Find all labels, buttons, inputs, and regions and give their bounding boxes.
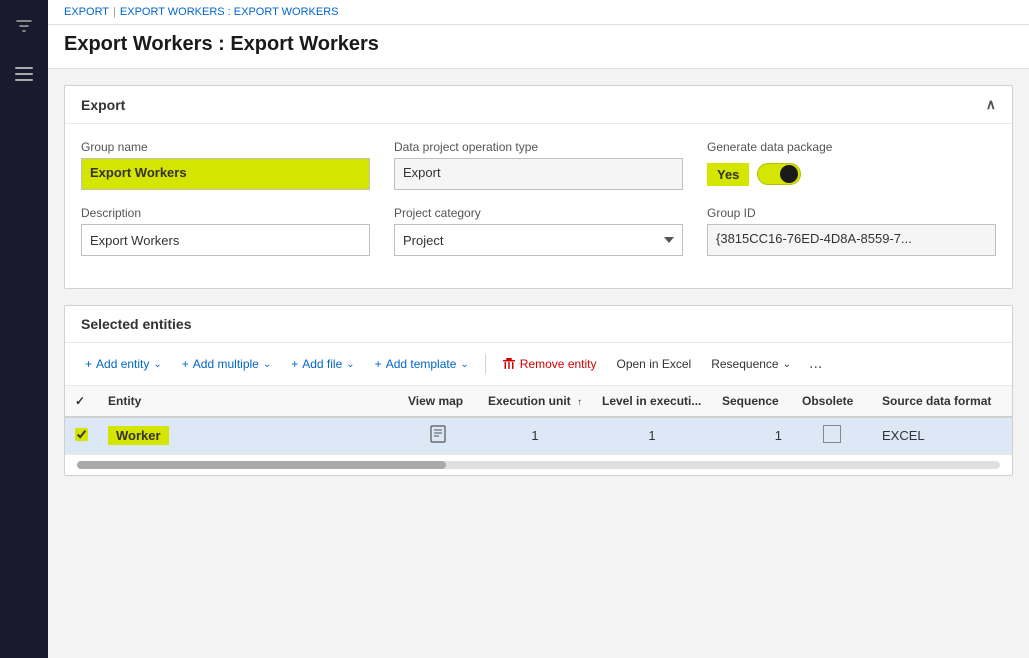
- entities-toolbar: + Add entity ⌄ + Add multiple ⌄ + Add fi…: [65, 343, 1012, 386]
- th-exec-unit[interactable]: Execution unit ↑: [478, 386, 592, 417]
- scrollbar-track: [77, 461, 1000, 469]
- add-entity-plus: +: [85, 357, 92, 371]
- collapse-icon[interactable]: ∧: [986, 96, 996, 113]
- export-card: Export ∧ Group name Export Workers Data …: [64, 85, 1013, 289]
- th-entity[interactable]: Entity: [98, 386, 398, 417]
- scrollbar-thumb[interactable]: [77, 461, 446, 469]
- project-category-select[interactable]: Project Other: [394, 224, 683, 256]
- form-row-2: Description Project category Project Oth…: [81, 206, 996, 256]
- menu-icon[interactable]: [8, 58, 40, 90]
- group-name-value: Export Workers: [81, 158, 370, 190]
- row-check-cell[interactable]: [65, 417, 98, 454]
- page-header: Export Workers : Export Workers: [48, 25, 1029, 69]
- viewmap-icon: [429, 425, 447, 443]
- add-multiple-plus: +: [182, 357, 189, 371]
- add-multiple-button[interactable]: + Add multiple ⌄: [174, 352, 279, 376]
- row-source-cell: EXCEL: [872, 417, 1012, 454]
- breadcrumb: EXPORT | EXPORT WORKERS : EXPORT WORKERS: [48, 0, 1029, 25]
- row-level-cell: 1: [592, 417, 712, 454]
- data-project-op-group: Data project operation type Export: [394, 140, 683, 190]
- toggle-yes-label: Yes: [707, 163, 749, 186]
- main-content: EXPORT | EXPORT WORKERS : EXPORT WORKERS…: [48, 0, 1029, 658]
- remove-entity-button[interactable]: Remove entity: [494, 352, 605, 376]
- group-name-group: Group name Export Workers: [81, 140, 370, 190]
- description-input[interactable]: [81, 224, 370, 256]
- horizontal-scrollbar[interactable]: [65, 454, 1012, 475]
- add-file-label: Add file: [302, 357, 342, 371]
- th-source-format[interactable]: Source data format: [872, 386, 1012, 417]
- group-id-value: {3815CC16-76ED-4D8A-8559-7...: [707, 224, 996, 256]
- th-viewmap[interactable]: View map: [398, 386, 478, 417]
- project-category-label: Project category: [394, 206, 683, 220]
- add-entity-label: Add entity: [96, 357, 149, 371]
- table-header-row: ✓ Entity View map Execution unit ↑: [65, 386, 1012, 417]
- open-in-excel-button[interactable]: Open in Excel: [609, 352, 700, 376]
- resequence-button[interactable]: Resequence ⌄: [703, 352, 799, 376]
- table-row[interactable]: Worker 1: [65, 417, 1012, 454]
- entity-cell-content: Worker: [108, 426, 388, 445]
- row-checkbox[interactable]: [75, 428, 88, 441]
- data-project-op-value: Export: [394, 158, 683, 190]
- entities-card: Selected entities + Add entity ⌄ + Add m…: [64, 305, 1013, 476]
- add-template-button[interactable]: + Add template ⌄: [367, 352, 477, 376]
- export-card-body: Group name Export Workers Data project o…: [65, 124, 1012, 288]
- obsolete-checkbox[interactable]: [823, 425, 841, 443]
- entities-table: ✓ Entity View map Execution unit ↑: [65, 386, 1012, 454]
- add-entity-chevron: ⌄: [153, 359, 161, 370]
- entities-card-title: Selected entities: [81, 316, 192, 332]
- th-sequence[interactable]: Sequence: [712, 386, 792, 417]
- generate-pkg-toggle[interactable]: [757, 163, 801, 185]
- exec-sort-icon: ↑: [577, 397, 582, 408]
- description-group: Description: [81, 206, 370, 256]
- add-multiple-chevron: ⌄: [263, 359, 271, 370]
- resequence-label: Resequence: [711, 357, 778, 371]
- open-in-excel-label: Open in Excel: [617, 357, 692, 371]
- add-file-plus: +: [291, 357, 298, 371]
- sidebar: [0, 0, 48, 658]
- entities-card-header: Selected entities: [65, 306, 1012, 343]
- generate-pkg-label: Generate data package: [707, 140, 996, 154]
- breadcrumb-detail[interactable]: EXPORT WORKERS : EXPORT WORKERS: [120, 6, 339, 18]
- generate-pkg-toggle-group: Yes: [707, 158, 996, 190]
- row-exec-cell: 1: [478, 417, 592, 454]
- page-title: Export Workers : Export Workers: [64, 33, 1013, 56]
- add-template-label: Add template: [386, 357, 457, 371]
- add-file-button[interactable]: + Add file ⌄: [283, 352, 362, 376]
- more-options-icon[interactable]: ...: [803, 351, 828, 377]
- breadcrumb-sep: |: [113, 6, 116, 18]
- breadcrumb-export[interactable]: EXPORT: [64, 6, 109, 18]
- project-category-group: Project category Project Other: [394, 206, 683, 256]
- th-level[interactable]: Level in executi...: [592, 386, 712, 417]
- description-label: Description: [81, 206, 370, 220]
- row-entity-cell: Worker: [98, 417, 398, 454]
- group-id-label: Group ID: [707, 206, 996, 220]
- toggle-knob: [780, 165, 798, 183]
- export-card-title: Export: [81, 97, 125, 113]
- content-area: Export ∧ Group name Export Workers Data …: [48, 69, 1029, 658]
- add-template-plus: +: [375, 357, 382, 371]
- trash-icon: [502, 357, 516, 371]
- row-sequence-cell: 1: [712, 417, 792, 454]
- group-name-label: Group name: [81, 140, 370, 154]
- resequence-chevron: ⌄: [783, 359, 791, 370]
- remove-entity-label: Remove entity: [520, 357, 597, 371]
- row-viewmap-cell[interactable]: [398, 417, 478, 454]
- entities-table-wrapper: ✓ Entity View map Execution unit ↑: [65, 386, 1012, 454]
- group-id-group: Group ID {3815CC16-76ED-4D8A-8559-7...: [707, 206, 996, 256]
- th-check[interactable]: ✓: [65, 386, 98, 417]
- generate-pkg-group: Generate data package Yes: [707, 140, 996, 190]
- add-file-chevron: ⌄: [346, 359, 354, 370]
- form-row-1: Group name Export Workers Data project o…: [81, 140, 996, 190]
- add-entity-button[interactable]: + Add entity ⌄: [77, 352, 170, 376]
- toolbar-sep-1: [485, 354, 486, 374]
- row-obsolete-cell[interactable]: [792, 417, 872, 454]
- data-project-op-label: Data project operation type: [394, 140, 683, 154]
- filter-icon[interactable]: [8, 10, 40, 42]
- th-obsolete[interactable]: Obsolete: [792, 386, 872, 417]
- export-card-header: Export ∧: [65, 86, 1012, 124]
- entity-name: Worker: [108, 426, 169, 445]
- add-multiple-label: Add multiple: [193, 357, 259, 371]
- add-template-chevron: ⌄: [460, 359, 468, 370]
